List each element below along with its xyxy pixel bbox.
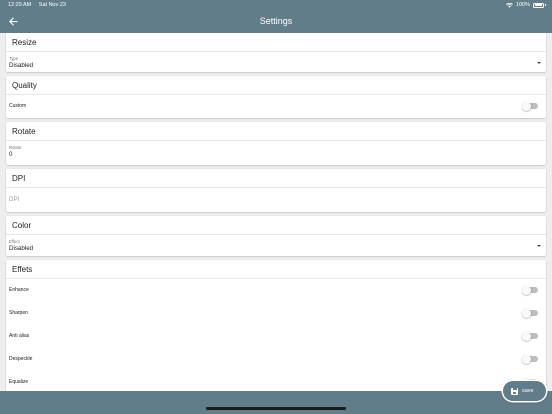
enhance-toggle[interactable]: [522, 285, 538, 295]
app-bar: Settings: [0, 10, 552, 33]
color-header: Color: [6, 216, 546, 235]
effect-label: Sharpen: [9, 310, 28, 316]
sharpen-toggle[interactable]: [522, 308, 538, 318]
effect-row-sharpen[interactable]: Sharpen: [6, 302, 546, 325]
dropdown-arrow-icon: [537, 62, 541, 64]
effect-label: Anti alias: [9, 333, 30, 339]
save-icon: [511, 387, 518, 395]
dpi-header: DPI: [6, 169, 546, 188]
quality-custom-label: Custom: [9, 103, 27, 109]
status-bar: 12:29 AM Sat Nov 23 100%: [0, 0, 552, 10]
rotate-value: 0: [9, 151, 13, 158]
effects-card: Effets Enhance Sharpen Anti alias Despec…: [6, 260, 546, 391]
anti-alias-toggle[interactable]: [522, 331, 538, 341]
dpi-input[interactable]: DPI: [6, 188, 546, 211]
battery-nub: [545, 3, 546, 7]
quality-custom-row[interactable]: Custom: [6, 95, 546, 118]
rotate-input[interactable]: Rotate 0: [6, 141, 546, 158]
color-effect-select[interactable]: Effect Disabled: [6, 235, 546, 252]
status-right: 100%: [505, 2, 546, 8]
wifi-icon: [505, 2, 513, 8]
toggle-knob: [522, 308, 531, 318]
page-title: Settings: [259, 16, 293, 26]
save-label: save: [522, 388, 534, 394]
dpi-card: DPI DPI: [6, 169, 546, 212]
status-date: Sat Nov 23: [38, 2, 66, 8]
battery-percent: 100%: [515, 2, 530, 8]
effect-row-equalize[interactable]: Equalize: [6, 371, 546, 391]
color-effect-label: Effect: [9, 239, 20, 244]
quality-header: Quality: [6, 76, 546, 95]
quality-custom-toggle[interactable]: [522, 101, 538, 111]
color-card: Color Effect Disabled: [6, 216, 546, 256]
effect-label: Enhance: [9, 287, 29, 293]
resize-type-select[interactable]: Type Disabled: [6, 52, 546, 69]
rotate-label: Rotate: [9, 145, 22, 150]
toggle-knob: [522, 331, 531, 341]
color-effect-value: Disabled: [9, 245, 34, 252]
settings-list[interactable]: Resize Type Disabled Quality Custom Rota…: [0, 33, 552, 391]
effect-row-anti-alias[interactable]: Anti alias: [6, 325, 546, 348]
toggle-knob: [522, 285, 531, 295]
toggle-knob: [522, 354, 531, 364]
resize-type-label: Type: [9, 56, 19, 61]
toggle-knob: [522, 101, 531, 111]
bottom-bar: [0, 391, 552, 414]
rotate-header: Rotate: [6, 122, 546, 141]
despeckle-toggle[interactable]: [522, 354, 538, 364]
resize-type-value: Disabled: [9, 62, 34, 69]
dpi-placeholder: DPI: [9, 196, 20, 203]
save-button[interactable]: save: [503, 381, 546, 401]
resize-card: Resize Type Disabled: [6, 33, 546, 72]
effect-row-enhance[interactable]: Enhance: [6, 279, 546, 302]
resize-header: Resize: [6, 33, 546, 52]
effect-label: Despeckle: [9, 356, 33, 362]
home-indicator[interactable]: [206, 407, 346, 410]
battery-icon: [533, 2, 544, 8]
rotate-card: Rotate Rotate 0: [6, 122, 546, 165]
quality-card: Quality Custom: [6, 76, 546, 118]
status-time: 12:29 AM: [8, 2, 32, 8]
effects-header: Effets: [6, 260, 546, 279]
effect-row-despeckle[interactable]: Despeckle: [6, 348, 546, 371]
status-left: 12:29 AM Sat Nov 23: [8, 2, 66, 8]
effect-label: Equalize: [9, 379, 29, 385]
dropdown-arrow-icon: [537, 245, 541, 247]
